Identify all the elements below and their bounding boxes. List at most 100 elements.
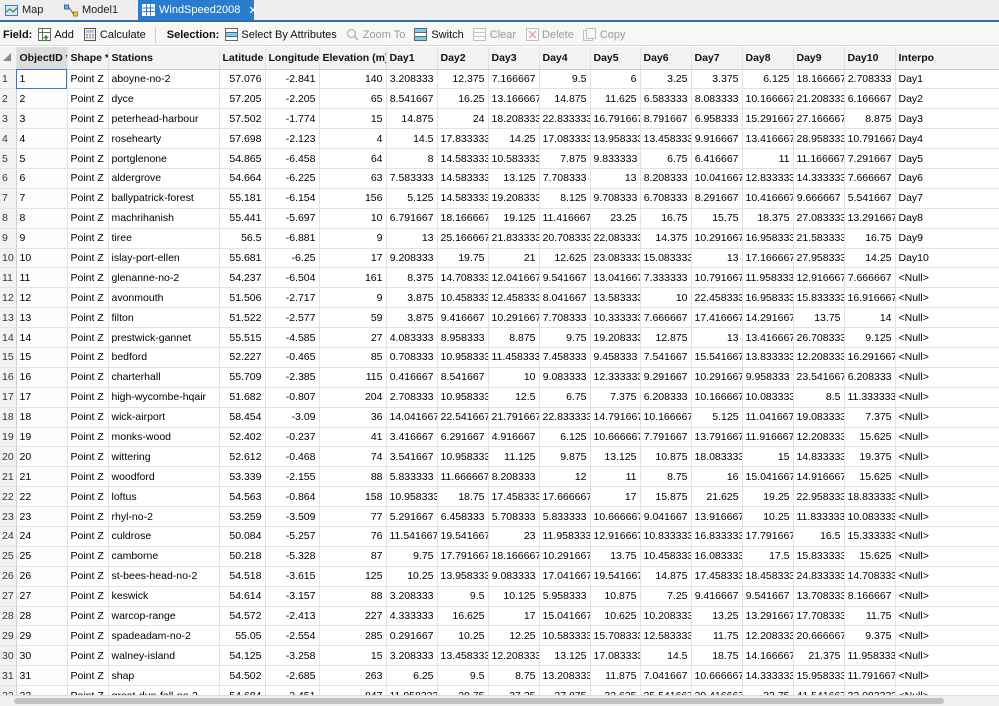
table-cell[interactable]: 7.875 <box>539 148 591 169</box>
table-cell[interactable]: 19.125 <box>488 208 540 229</box>
table-cell[interactable]: 29 <box>16 625 68 647</box>
row-number[interactable]: 22 <box>0 486 17 508</box>
table-cell[interactable]: 7.541667 <box>640 347 692 368</box>
table-cell[interactable]: 9.5 <box>437 586 489 607</box>
table-cell[interactable]: 27 <box>16 586 68 607</box>
table-cell[interactable]: <Null> <box>895 307 999 329</box>
row-number[interactable]: 18 <box>0 407 17 428</box>
table-cell[interactable]: 19.375 <box>844 446 896 468</box>
table-row[interactable]: 12 12 Point Zavonmouth 51.506 -2.717 9 3.875 10… <box>0 287 999 309</box>
table-cell[interactable]: 10.791667 <box>844 128 896 150</box>
table-cell[interactable]: 13.125 <box>590 446 641 468</box>
table-cell[interactable]: 9.541667 <box>742 586 794 607</box>
table-cell[interactable]: 26 <box>16 566 68 587</box>
table-cell[interactable]: 6.208333 <box>844 367 896 388</box>
table-cell[interactable]: 29.416667 <box>691 685 743 695</box>
table-cell[interactable]: machrihanish <box>108 208 220 229</box>
table-cell[interactable]: 11.041667 <box>742 407 794 428</box>
table-cell[interactable]: Day2 <box>895 88 999 110</box>
table-cell[interactable]: 19.541667 <box>590 566 641 587</box>
table-cell[interactable]: 7.375 <box>590 387 641 408</box>
table-cell[interactable]: walney-island <box>108 645 220 667</box>
row-number[interactable]: 13 <box>0 307 17 329</box>
table-cell[interactable]: 88 <box>319 466 387 488</box>
table-row[interactable]: 23 23 Point Zrhyl-no-2 53.259 -3.509 77 5.2916… <box>0 506 999 527</box>
table-cell[interactable]: 0.416667 <box>386 367 438 388</box>
table-cell[interactable]: 18.75 <box>691 645 743 667</box>
table-cell[interactable]: 15.875 <box>640 486 692 508</box>
table-cell[interactable]: 5.125 <box>386 188 438 209</box>
table-cell[interactable]: 5.291667 <box>386 506 438 527</box>
table-cell[interactable]: 14.833333 <box>793 446 845 468</box>
table-cell[interactable]: 54.563 <box>219 486 266 508</box>
table-cell[interactable]: culdrose <box>108 526 220 547</box>
table-cell[interactable]: 11.75 <box>844 606 896 627</box>
table-cell[interactable]: 5.958333 <box>539 586 591 607</box>
table-cell[interactable]: 6.791667 <box>386 208 438 229</box>
table-cell[interactable]: 10.958333 <box>437 446 489 468</box>
table-cell[interactable]: 9.833333 <box>590 148 641 169</box>
table-cell[interactable]: high-wycombe-hqair <box>108 387 220 408</box>
table-cell[interactable]: 22 <box>16 486 68 508</box>
table-cell[interactable]: 6.291667 <box>437 427 489 448</box>
table-cell[interactable]: -0.237 <box>265 427 320 448</box>
table-cell[interactable]: 16.916667 <box>844 287 896 309</box>
table-cell[interactable]: Point Z <box>67 188 109 209</box>
table-cell[interactable]: Point Z <box>67 645 109 667</box>
row-number[interactable]: 9 <box>0 228 17 249</box>
table-cell[interactable]: Point Z <box>67 486 109 508</box>
table-cell[interactable]: 16 <box>16 367 68 388</box>
table-cell[interactable]: Point Z <box>67 108 109 130</box>
table-cell[interactable]: Point Z <box>67 665 109 687</box>
row-number[interactable]: 6 <box>0 168 17 189</box>
table-cell[interactable]: 19.25 <box>742 486 794 508</box>
table-cell[interactable]: 7.25 <box>640 586 692 607</box>
table-cell[interactable]: 7.791667 <box>640 427 692 448</box>
column-header[interactable]: Day10 <box>844 47 896 70</box>
table-cell[interactable]: 54.125 <box>219 645 266 667</box>
table-cell[interactable]: 10 <box>640 287 692 309</box>
table-cell[interactable]: 10.25 <box>437 625 489 647</box>
table-cell[interactable]: -4.585 <box>265 327 320 348</box>
table-cell[interactable]: 11 <box>590 466 641 488</box>
table-cell[interactable]: 10.166667 <box>691 387 743 408</box>
table-cell[interactable]: islay-port-ellen <box>108 248 220 269</box>
column-header[interactable]: Elevation (m) <box>319 47 387 70</box>
table-cell[interactable]: 10.958333 <box>437 347 489 368</box>
table-cell[interactable]: 16.833333 <box>691 526 743 547</box>
table-cell[interactable]: 37.25 <box>488 685 540 695</box>
table-cell[interactable]: 13.416667 <box>742 327 794 348</box>
table-cell[interactable]: 19.083333 <box>793 407 845 428</box>
table-cell[interactable]: 8.791667 <box>640 108 692 130</box>
table-cell[interactable]: 10.666667 <box>691 665 743 687</box>
table-cell[interactable]: 14.583333 <box>437 188 489 209</box>
table-cell[interactable]: 27.166667 <box>793 108 845 130</box>
table-cell[interactable]: 11.166667 <box>793 148 845 169</box>
table-cell[interactable]: 14.5 <box>640 645 692 667</box>
table-cell[interactable]: 8.083333 <box>691 88 743 110</box>
table-cell[interactable]: 9.5 <box>539 69 591 90</box>
horizontal-scrollbar[interactable] <box>0 695 999 706</box>
table-cell[interactable]: 7.666667 <box>640 307 692 329</box>
table-cell[interactable]: 9 <box>319 228 387 249</box>
table-cell[interactable]: Point Z <box>67 208 109 229</box>
table-cell[interactable]: 65 <box>319 88 387 110</box>
table-cell[interactable]: 18.458333 <box>742 566 794 587</box>
table-cell[interactable]: 7.583333 <box>386 168 438 189</box>
table-cell[interactable]: 54.865 <box>219 148 266 169</box>
table-cell[interactable]: rhyl-no-2 <box>108 506 220 527</box>
table-cell[interactable]: 9.666667 <box>793 188 845 209</box>
table-cell[interactable]: Day5 <box>895 148 999 169</box>
table-row[interactable]: 18 18 Point Zwick-airport 58.454 -3.09 36 14.0… <box>0 407 999 428</box>
table-cell[interactable]: <Null> <box>895 387 999 408</box>
table-cell[interactable]: 18.166667 <box>437 208 489 229</box>
table-cell[interactable]: -2.155 <box>265 466 320 488</box>
table-cell[interactable]: 12.875 <box>640 327 692 348</box>
table-cell[interactable]: 22.833333 <box>539 108 591 130</box>
table-cell[interactable]: 55.681 <box>219 248 266 269</box>
table-cell[interactable]: 14.791667 <box>590 407 641 428</box>
table-cell[interactable]: 27.875 <box>539 685 591 695</box>
table-cell[interactable]: 24 <box>16 526 68 547</box>
table-row[interactable]: 14 14 Point Zprestwick-gannet 55.515 -4.585 2… <box>0 327 999 348</box>
table-cell[interactable]: 15 <box>319 645 387 667</box>
